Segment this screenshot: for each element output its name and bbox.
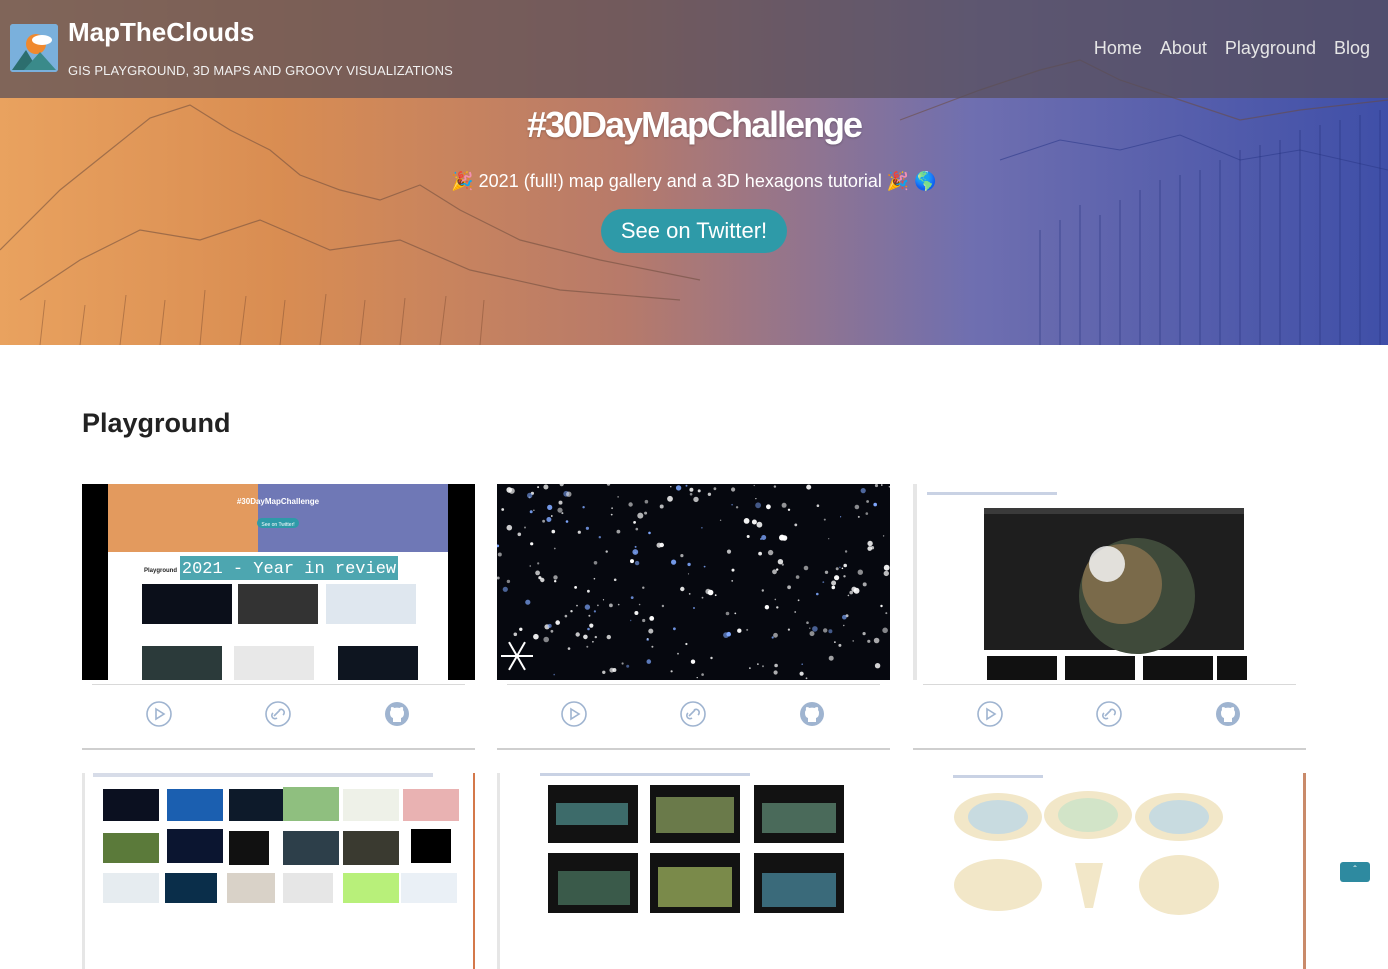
nav-blog-link[interactable]: Blog xyxy=(1334,38,1370,59)
github-icon[interactable] xyxy=(383,700,411,728)
main-nav: Home About Playground Blog xyxy=(1094,38,1370,59)
link-icon[interactable] xyxy=(679,700,707,728)
site-logo-icon[interactable] xyxy=(10,24,58,72)
play-demo-icon[interactable] xyxy=(145,700,173,728)
nav-playground-link[interactable]: Playground xyxy=(1225,38,1316,59)
hero-banner: MapTheClouds GIS PLAYGROUND, 3D MAPS AND… xyxy=(0,0,1388,345)
mini-hero-button: See on Twitter! xyxy=(261,522,294,528)
card-thumbnail[interactable] xyxy=(497,773,890,969)
mini-hero-title: #30DayMapChallenge xyxy=(237,497,320,506)
card-thumbnail[interactable] xyxy=(913,773,1306,969)
scroll-to-top-button[interactable]: ˆ xyxy=(1340,862,1370,882)
playground-section-title: Playground xyxy=(82,408,231,438)
card-bottom-border xyxy=(497,748,890,750)
card-actions xyxy=(913,700,1306,730)
github-icon[interactable] xyxy=(1214,700,1242,728)
play-demo-icon[interactable] xyxy=(560,700,588,728)
nav-home-link[interactable]: Home xyxy=(1094,38,1142,59)
hero-subtitle: 🎉 2021 (full!) map gallery and a 3D hexa… xyxy=(451,171,937,191)
play-demo-icon[interactable] xyxy=(976,700,1004,728)
card-divider xyxy=(92,684,465,685)
github-icon[interactable] xyxy=(798,700,826,728)
site-brand-name[interactable]: MapTheClouds xyxy=(68,17,254,48)
card-thumbnail[interactable]: #30DayMapChallenge See on Twitter! Playg… xyxy=(82,484,475,680)
card-thumbnail[interactable] xyxy=(913,484,1306,680)
card-actions xyxy=(82,700,475,730)
link-icon[interactable] xyxy=(1095,700,1123,728)
hero-title: #30DayMapChallenge xyxy=(526,104,863,145)
card-actions xyxy=(497,700,890,730)
card-divider xyxy=(507,684,880,685)
mini-section-title: Playground xyxy=(144,568,177,574)
thumb-caption: 2021 - Year in review xyxy=(182,560,397,579)
card-thumbnail[interactable] xyxy=(497,484,890,680)
site-tagline: GIS PLAYGROUND, 3D MAPS AND GROOVY VISUA… xyxy=(68,63,453,78)
link-icon[interactable] xyxy=(264,700,292,728)
card-divider xyxy=(923,684,1296,685)
see-on-twitter-button[interactable]: See on Twitter! xyxy=(601,209,787,253)
card-bottom-border xyxy=(82,748,475,750)
card-bottom-border xyxy=(913,748,1306,750)
card-thumbnail[interactable] xyxy=(82,773,475,969)
top-navigation-bar: MapTheClouds GIS PLAYGROUND, 3D MAPS AND… xyxy=(0,0,1388,98)
nav-about-link[interactable]: About xyxy=(1160,38,1207,59)
